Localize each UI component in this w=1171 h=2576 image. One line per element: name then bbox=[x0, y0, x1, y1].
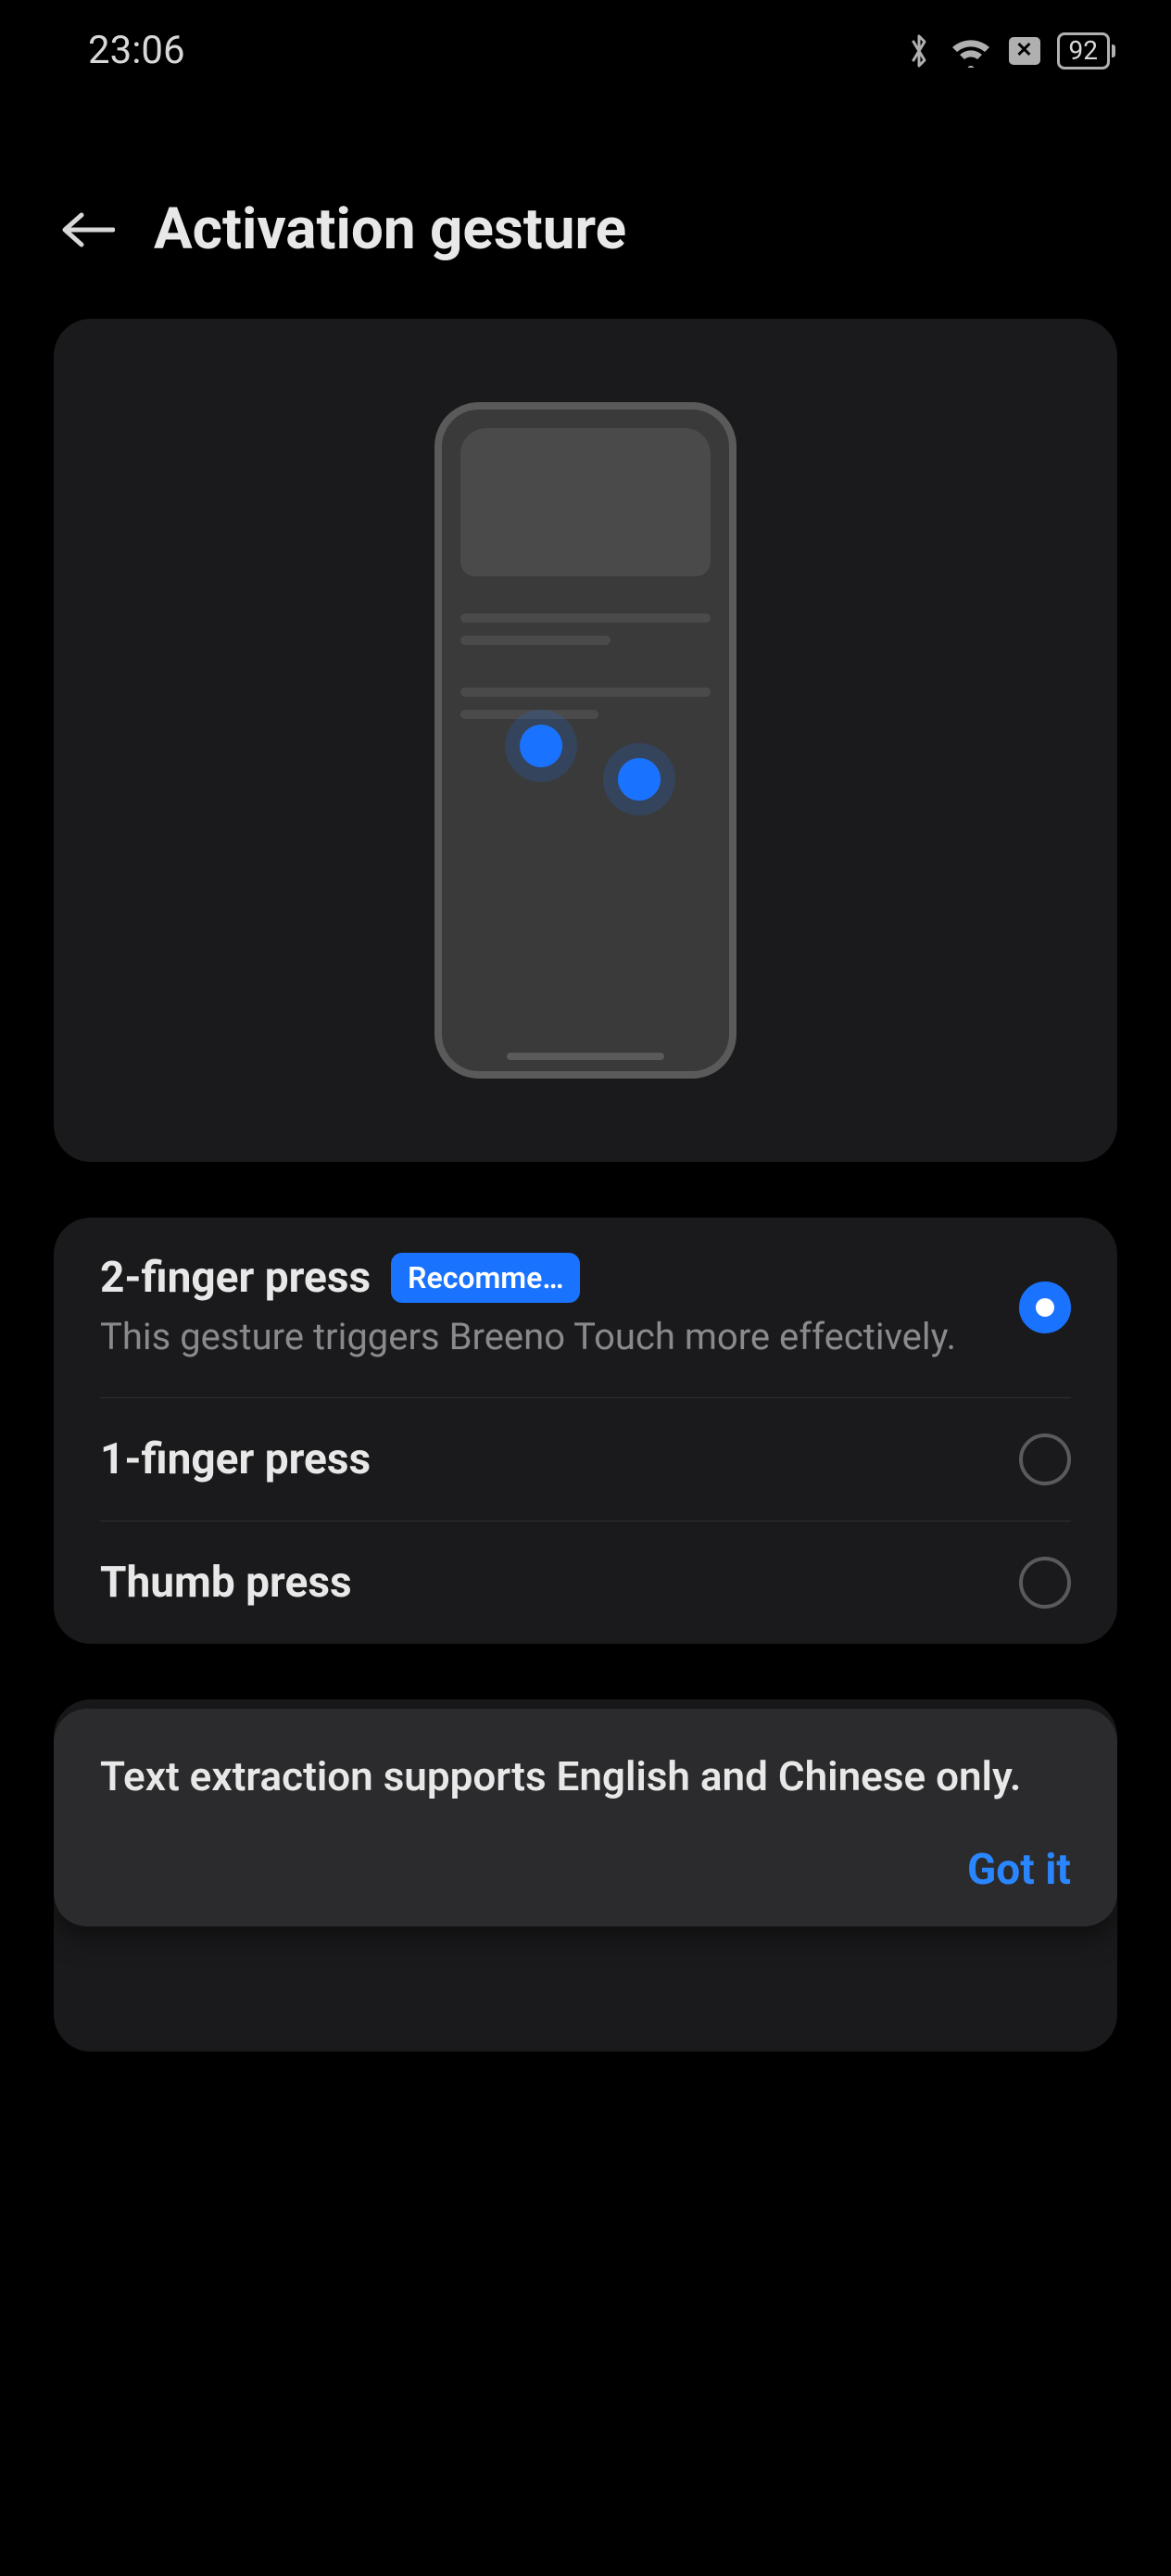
gesture-preview bbox=[54, 319, 1117, 1162]
status-icons: ✕ 92 bbox=[905, 31, 1115, 71]
radio-selected-icon[interactable] bbox=[1019, 1282, 1071, 1333]
phone-mock bbox=[434, 402, 737, 1079]
radio-unselected-icon[interactable] bbox=[1019, 1433, 1071, 1485]
back-button[interactable] bbox=[61, 209, 115, 250]
battery-icon: 92 bbox=[1057, 32, 1115, 69]
header: Activation gesture bbox=[0, 92, 1171, 319]
options-list: 2-finger press Recomme… This gesture tri… bbox=[54, 1218, 1117, 1644]
option-one-finger[interactable]: 1-finger press bbox=[100, 1398, 1071, 1522]
page-title: Activation gesture bbox=[154, 196, 626, 263]
toast-action-button[interactable]: Got it bbox=[967, 1845, 1071, 1895]
recommended-badge: Recomme… bbox=[391, 1253, 580, 1303]
option-title: 1-finger press bbox=[100, 1434, 371, 1484]
touch-dot-icon bbox=[618, 758, 661, 801]
battery-level: 92 bbox=[1069, 35, 1098, 66]
sdcard-error-icon: ✕ bbox=[1009, 37, 1040, 65]
toast: Text extraction supports English and Chi… bbox=[54, 1709, 1117, 1926]
option-title: Thumb press bbox=[100, 1558, 352, 1608]
wifi-icon bbox=[950, 34, 992, 68]
bluetooth-icon bbox=[905, 31, 933, 71]
option-thumb[interactable]: Thumb press bbox=[100, 1522, 1071, 1644]
touch-dot-icon bbox=[520, 725, 562, 767]
toast-message: Text extraction supports English and Chi… bbox=[100, 1749, 1071, 1804]
radio-unselected-icon[interactable] bbox=[1019, 1557, 1071, 1609]
option-subtitle: This gesture triggers Breeno Touch more … bbox=[100, 1312, 991, 1362]
clock: 23:06 bbox=[88, 28, 185, 73]
option-title: 2-finger press bbox=[100, 1253, 371, 1303]
status-bar: 23:06 ✕ 92 bbox=[0, 0, 1171, 92]
option-two-finger[interactable]: 2-finger press Recomme… This gesture tri… bbox=[100, 1218, 1071, 1398]
